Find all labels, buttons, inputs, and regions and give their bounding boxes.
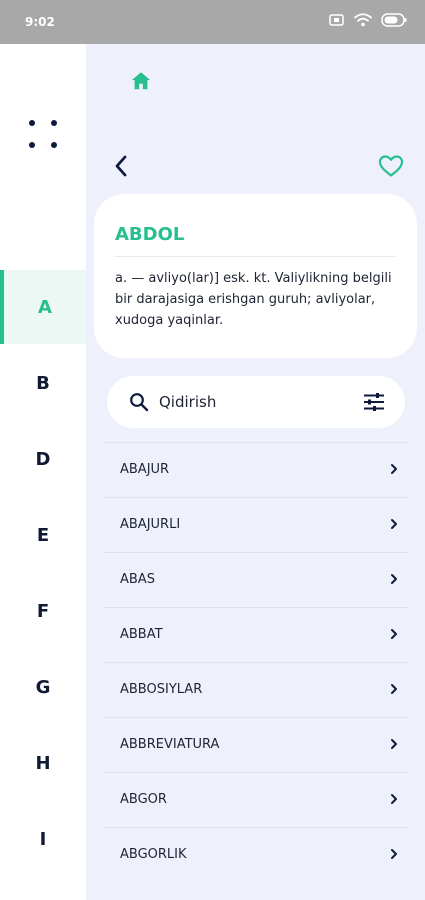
word-divider	[115, 256, 395, 257]
list-item-label: ABAJUR	[120, 462, 170, 477]
dots-grid-icon[interactable]	[29, 120, 57, 150]
search-icon	[130, 393, 149, 412]
list-item[interactable]: ABAJURLI	[103, 497, 408, 552]
home-icon[interactable]	[130, 70, 152, 92]
battery-icon	[381, 13, 407, 27]
sidebar-letter-e[interactable]: E	[0, 498, 86, 572]
list-item-label: ABBOSIYLAR	[120, 682, 203, 697]
chevron-right-icon	[391, 464, 397, 474]
list-item-label: ABGORLIK	[120, 847, 187, 862]
sidebar-letter-h[interactable]: H	[0, 726, 86, 800]
search-input[interactable]	[159, 388, 349, 416]
chevron-right-icon	[391, 574, 397, 584]
chevron-right-icon	[391, 684, 397, 694]
word-title: ABDOL	[115, 224, 185, 245]
search-bar	[107, 376, 405, 428]
sidebar-letter-g[interactable]: G	[0, 650, 86, 724]
filter-sliders-icon[interactable]	[363, 392, 385, 412]
list-item[interactable]: ABGORLIK	[103, 827, 408, 882]
word-definition: a. — avliyo(lar)] esk. kt. Valiylikning …	[115, 271, 392, 328]
alphabet-sidebar: A B D E F G H I	[0, 44, 86, 900]
chevron-left-icon[interactable]	[113, 154, 129, 178]
chevron-right-icon	[391, 849, 397, 859]
status-bar: 9:02	[0, 0, 425, 44]
status-icons	[329, 13, 407, 27]
list-item[interactable]: ABAJUR	[103, 442, 408, 497]
wifi-icon	[354, 13, 372, 27]
sidebar-letter-i[interactable]: I	[0, 802, 86, 876]
screen-record-icon	[329, 14, 344, 26]
list-item[interactable]: ABAS	[103, 552, 408, 607]
list-item[interactable]: ABBAT	[103, 607, 408, 662]
list-item-label: ABGOR	[120, 792, 167, 807]
list-item[interactable]: ABGOR	[103, 772, 408, 827]
list-item-label: ABBREVIATURA	[120, 737, 220, 752]
status-time: 9:02	[25, 15, 55, 29]
main-panel: ABDOL a. — avliyo(lar)] esk. kt. Valiyli…	[86, 44, 425, 900]
list-item-label: ABAS	[120, 572, 155, 587]
chevron-right-icon	[391, 519, 397, 529]
sidebar-letter-f[interactable]: F	[0, 574, 86, 648]
chevron-right-icon	[391, 739, 397, 749]
list-item[interactable]: ABBOSIYLAR	[103, 662, 408, 717]
sidebar-letter-b[interactable]: B	[0, 346, 86, 420]
list-item[interactable]: ABBREVIATURA	[103, 717, 408, 772]
chevron-right-icon	[391, 629, 397, 639]
heart-icon[interactable]	[378, 154, 404, 178]
chevron-right-icon	[391, 794, 397, 804]
list-item-label: ABAJURLI	[120, 517, 181, 532]
word-list: ABAJUR ABAJURLI ABAS ABBAT ABBOSIYLAR AB…	[103, 442, 408, 882]
sidebar-letter-d[interactable]: D	[0, 422, 86, 496]
sidebar-letter-a[interactable]: A	[0, 270, 86, 344]
list-item-label: ABBAT	[120, 627, 163, 642]
word-card[interactable]: ABDOL a. — avliyo(lar)] esk. kt. Valiyli…	[94, 194, 417, 358]
